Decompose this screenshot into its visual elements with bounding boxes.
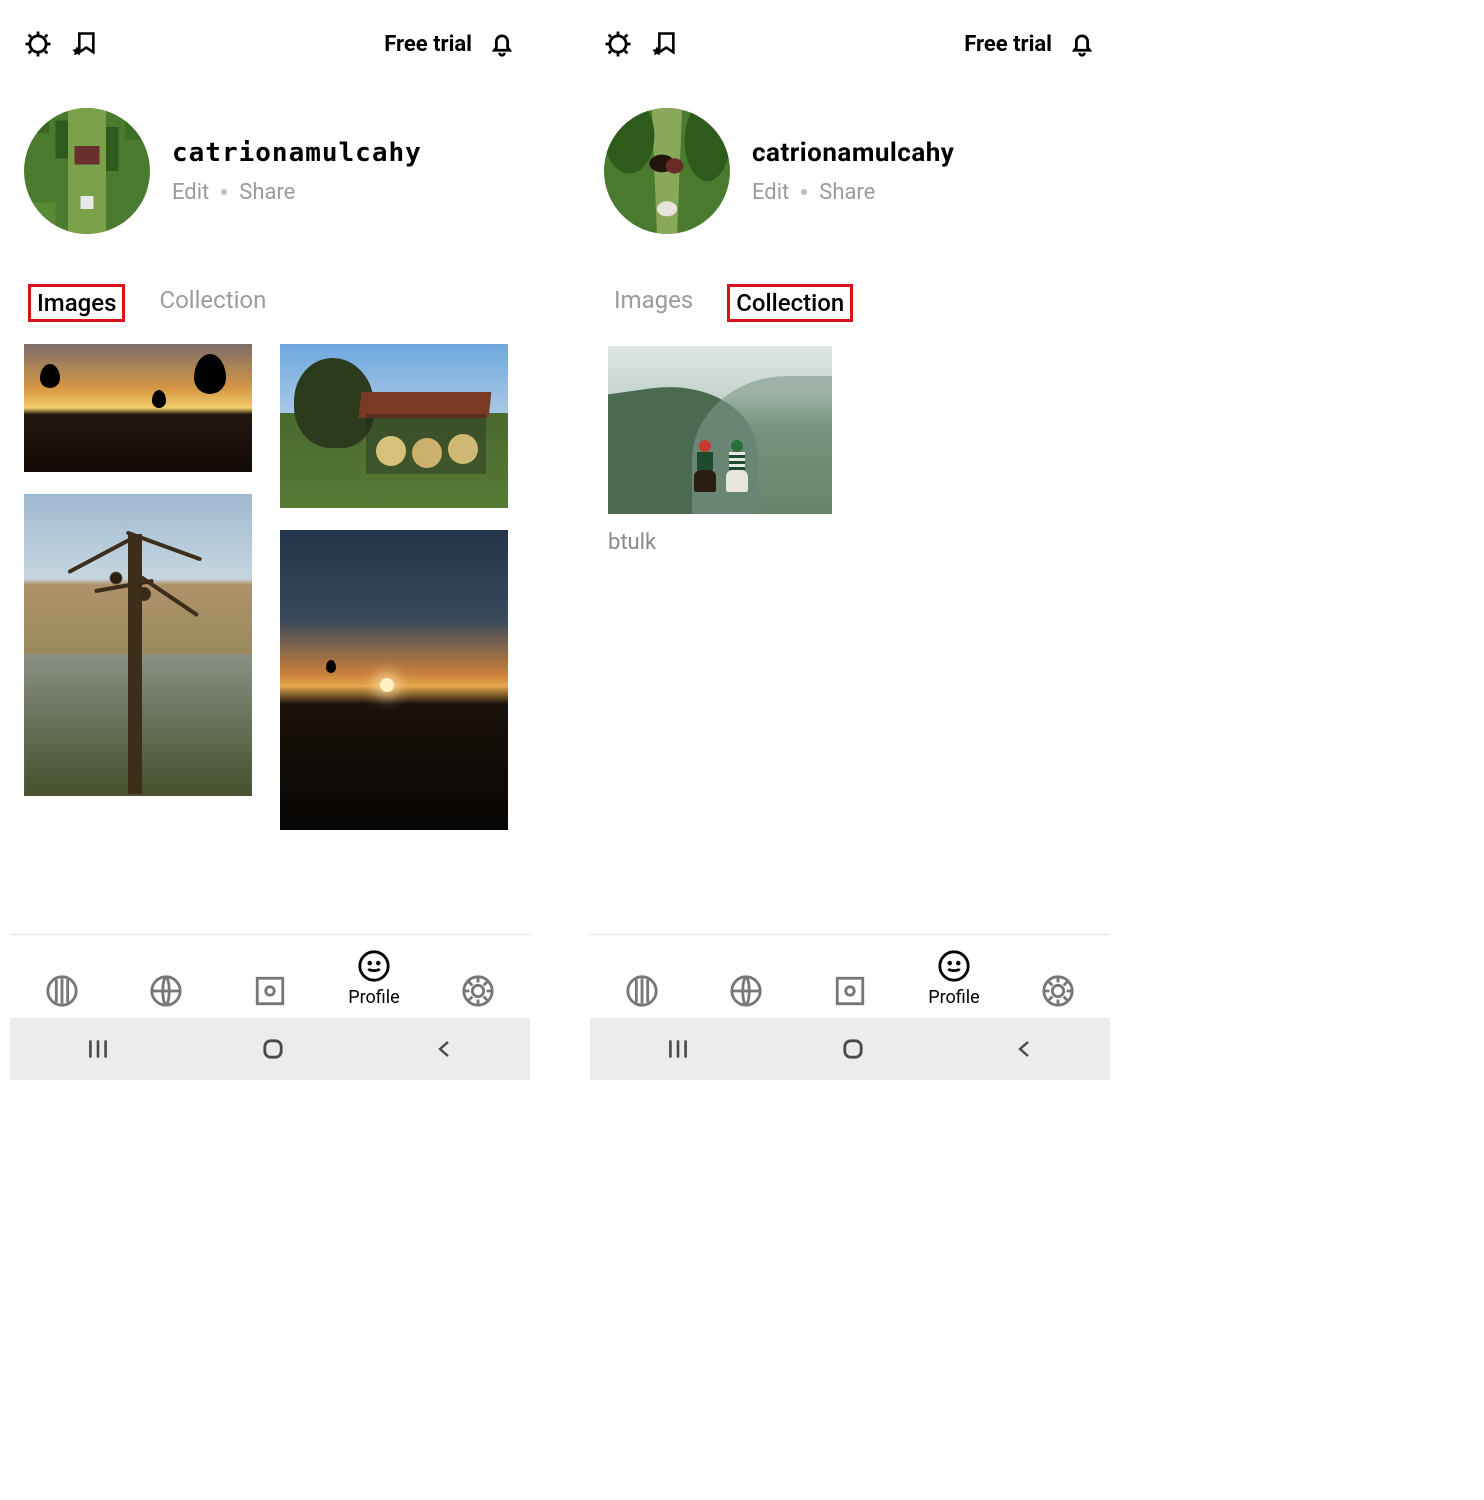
free-trial-link[interactable]: Free trial <box>384 32 472 57</box>
profile-header: catrionamulcahy Edit Share <box>590 78 1110 244</box>
bell-icon[interactable] <box>1066 28 1098 60</box>
tab-images[interactable]: Images <box>28 284 125 322</box>
topbar: Free trial <box>590 10 1110 78</box>
share-link[interactable]: Share <box>819 180 875 205</box>
tab-collection[interactable]: Collection <box>727 284 853 322</box>
back-button[interactable] <box>1013 1035 1037 1063</box>
nav-more[interactable] <box>1023 974 1093 1008</box>
tab-images[interactable]: Images <box>608 284 699 322</box>
nav-camera[interactable] <box>815 974 885 1008</box>
topbar: Free trial <box>10 10 530 78</box>
image-thumb[interactable] <box>24 344 252 472</box>
nav-profile-label: Profile <box>928 987 979 1008</box>
nav-profile[interactable]: Profile <box>339 949 409 1008</box>
username: catrionamulcahy <box>172 138 422 168</box>
bell-icon[interactable] <box>486 28 518 60</box>
back-button[interactable] <box>433 1035 457 1063</box>
home-button[interactable] <box>259 1035 287 1063</box>
settings-gear-icon[interactable] <box>602 28 634 60</box>
avatar[interactable] <box>24 108 150 234</box>
edit-link[interactable]: Edit <box>752 180 789 205</box>
image-thumb[interactable] <box>280 344 508 508</box>
nav-camera[interactable] <box>235 974 305 1008</box>
free-trial-link[interactable]: Free trial <box>964 32 1052 57</box>
nav-more[interactable] <box>443 974 513 1008</box>
username: catrionamulcahy <box>752 138 954 168</box>
bookmark-star-icon[interactable] <box>648 28 680 60</box>
screen-collection-tab: Free trial catrionamulcahy Edit Share <box>590 10 1110 1080</box>
nav-profile[interactable]: Profile <box>919 949 989 1008</box>
home-button[interactable] <box>839 1035 867 1063</box>
separator-dot <box>221 189 227 195</box>
nav-discover[interactable] <box>711 974 781 1008</box>
settings-gear-icon[interactable] <box>22 28 54 60</box>
profile-header: catrionamulcahy Edit Share <box>10 78 530 244</box>
nav-feed[interactable] <box>27 974 97 1008</box>
collection-thumb[interactable] <box>608 346 832 514</box>
recents-button[interactable] <box>83 1036 113 1062</box>
share-link[interactable]: Share <box>239 180 295 205</box>
separator-dot <box>801 189 807 195</box>
tab-collection[interactable]: Collection <box>153 284 272 322</box>
screen-images-tab: Free trial catrionamulcahy Edit <box>10 10 530 1080</box>
recents-button[interactable] <box>663 1036 693 1062</box>
bottom-nav: Profile <box>590 934 1110 1018</box>
nav-feed[interactable] <box>607 974 677 1008</box>
image-thumb[interactable] <box>24 494 252 796</box>
nav-profile-label: Profile <box>348 987 399 1008</box>
tabs: Images Collection <box>10 244 530 326</box>
image-thumb[interactable] <box>280 530 508 830</box>
collection-label: btulk <box>608 530 1092 555</box>
bottom-nav: Profile <box>10 934 530 1018</box>
image-grid <box>10 326 530 848</box>
nav-discover[interactable] <box>131 974 201 1008</box>
tabs: Images Collection <box>590 244 1110 326</box>
edit-link[interactable]: Edit <box>172 180 209 205</box>
bookmark-star-icon[interactable] <box>68 28 100 60</box>
android-system-bar <box>10 1018 530 1080</box>
collection-item[interactable]: btulk <box>590 326 1110 555</box>
android-system-bar <box>590 1018 1110 1080</box>
avatar[interactable] <box>604 108 730 234</box>
